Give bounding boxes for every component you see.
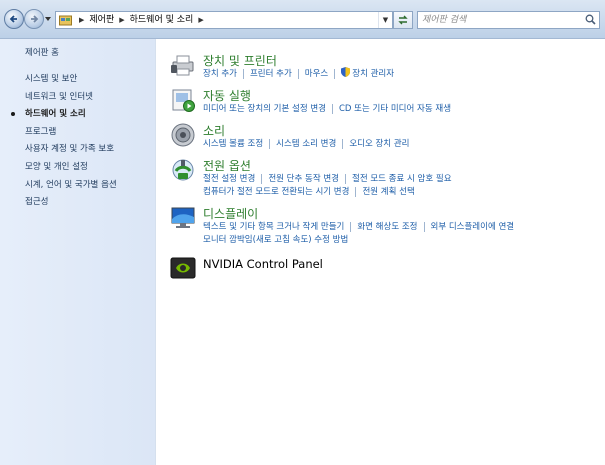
address-dropdown-icon[interactable]: ▼ bbox=[378, 12, 392, 28]
link-separator bbox=[345, 173, 346, 184]
refresh-icon bbox=[398, 15, 408, 25]
current-item-bullet-icon bbox=[11, 112, 15, 116]
task-links-row: 모니터 깜박임(새로 고침 속도) 수정 방법 bbox=[203, 233, 348, 245]
printer-icon[interactable] bbox=[170, 52, 196, 78]
link-separator bbox=[261, 173, 263, 184]
sidebar-item-network[interactable]: 네트워크 및 인터넷 bbox=[25, 90, 93, 102]
back-button[interactable] bbox=[4, 9, 24, 29]
choose-power-plan-link[interactable]: 전원 계획 선택 bbox=[362, 187, 414, 197]
add-device-link[interactable]: 장치 추가 bbox=[203, 69, 237, 79]
search-box[interactable] bbox=[417, 11, 600, 29]
task-links-row: 미디어 또는 장치의 기본 설정 변경 CD 또는 기타 미디어 자동 재생 bbox=[203, 102, 451, 114]
category-title[interactable]: NVIDIA Control Panel bbox=[203, 257, 323, 271]
link-separator bbox=[242, 68, 244, 79]
address-bar[interactable]: ▶ 제어판 ▶ 하드웨어 및 소리 ▶ ▼ bbox=[55, 11, 393, 29]
breadcrumb-chevron-icon[interactable]: ▶ bbox=[119, 12, 124, 28]
breadcrumb-chevron-icon[interactable]: ▶ bbox=[198, 12, 203, 28]
task-links-row: 절전 설정 변경 전원 단추 동작 변경 절전 모드 종료 시 암호 필요 bbox=[203, 172, 452, 184]
autoplay-icon[interactable] bbox=[170, 87, 196, 113]
change-media-defaults-link[interactable]: 미디어 또는 장치의 기본 설정 변경 bbox=[203, 104, 326, 114]
link-separator bbox=[297, 68, 299, 79]
sidebar-item-system-security[interactable]: 시스템 및 보안 bbox=[25, 72, 77, 84]
content-pane: 장치 및 프린터 장치 추가 프린터 추가 마우스 장치 관리자 자동 실행 미디어 … bbox=[156, 39, 605, 465]
make-text-larger-link[interactable]: 텍스트 및 기타 항목 크거나 작게 만들기 bbox=[203, 222, 344, 232]
task-links-row: 장치 추가 프린터 추가 마우스 장치 관리자 bbox=[203, 67, 394, 79]
device-manager-link[interactable]: 장치 관리자 bbox=[352, 69, 394, 79]
sidebar-item-appearance[interactable]: 모양 및 개인 설정 bbox=[25, 160, 88, 172]
change-system-sounds-link[interactable]: 시스템 소리 변경 bbox=[276, 139, 336, 149]
refresh-button[interactable] bbox=[393, 11, 413, 29]
link-separator bbox=[350, 221, 352, 232]
speaker-icon[interactable] bbox=[170, 122, 196, 148]
change-power-buttons-link[interactable]: 전원 단추 동작 변경 bbox=[268, 174, 339, 184]
change-sleep-time-link[interactable]: 컴퓨터가 절전 모드로 전환되는 시기 변경 bbox=[203, 187, 349, 197]
change-sleep-settings-link[interactable]: 절전 설정 변경 bbox=[203, 174, 255, 184]
fix-monitor-flicker-link[interactable]: 모니터 깜박임(새로 고침 속도) 수정 방법 bbox=[203, 235, 348, 245]
search-input[interactable] bbox=[422, 13, 572, 27]
search-icon[interactable] bbox=[585, 14, 596, 25]
power-options-icon[interactable] bbox=[170, 157, 196, 183]
recent-pages-dropdown-icon[interactable] bbox=[45, 16, 51, 22]
sidebar-item-home[interactable]: 제어판 홈 bbox=[25, 46, 59, 58]
address-toolbar: ▶ 제어판 ▶ 하드웨어 및 소리 ▶ ▼ bbox=[0, 0, 605, 39]
control-panel-icon bbox=[59, 15, 72, 26]
link-separator bbox=[332, 103, 333, 114]
play-cd-automatically-link[interactable]: CD 또는 기타 미디어 자동 재생 bbox=[339, 104, 451, 114]
sidebar-item-hardware-sound[interactable]: 하드웨어 및 소리 bbox=[25, 107, 86, 119]
nvidia-icon[interactable] bbox=[170, 255, 196, 281]
navigation-pane: 제어판 홈 시스템 및 보안 네트워크 및 인터넷 하드웨어 및 소리 프로그램… bbox=[0, 39, 156, 465]
require-password-on-wake-link[interactable]: 절전 모드 종료 시 암호 필요 bbox=[352, 174, 452, 184]
forward-arrow-icon bbox=[31, 15, 39, 23]
link-separator bbox=[334, 68, 336, 79]
breadcrumb-item[interactable]: 제어판 bbox=[89, 12, 114, 28]
link-separator bbox=[342, 138, 344, 149]
link-separator bbox=[269, 138, 271, 149]
back-arrow-icon bbox=[9, 15, 17, 23]
uac-shield-icon bbox=[341, 67, 351, 77]
link-separator bbox=[423, 221, 425, 232]
sidebar-item-clock-region[interactable]: 시계, 언어 및 국가별 옵션 bbox=[25, 178, 117, 190]
breadcrumb-chevron-icon[interactable]: ▶ bbox=[79, 12, 84, 28]
manage-audio-devices-link[interactable]: 오디오 장치 관리 bbox=[349, 139, 409, 149]
sidebar-item-user-accounts[interactable]: 사용자 계정 및 가족 보호 bbox=[25, 142, 114, 154]
connect-external-display-link[interactable]: 외부 디스플레이에 연결 bbox=[431, 222, 515, 232]
task-links-row: 시스템 볼륨 조정 시스템 소리 변경 오디오 장치 관리 bbox=[203, 137, 409, 149]
forward-button[interactable] bbox=[24, 9, 44, 29]
link-separator bbox=[355, 186, 357, 197]
sidebar-item-programs[interactable]: 프로그램 bbox=[25, 125, 56, 137]
task-links-row: 텍스트 및 기타 항목 크거나 작게 만들기 화면 해상도 조정 외부 디스플레이에… bbox=[203, 220, 514, 232]
breadcrumb: ▶ 제어판 ▶ 하드웨어 및 소리 ▶ bbox=[74, 12, 209, 28]
breadcrumb-item[interactable]: 하드웨어 및 소리 bbox=[130, 12, 194, 28]
adjust-resolution-link[interactable]: 화면 해상도 조정 bbox=[357, 222, 417, 232]
task-links-row: 컴퓨터가 절전 모드로 전환되는 시기 변경 전원 계획 선택 bbox=[203, 185, 415, 197]
mouse-link[interactable]: 마우스 bbox=[305, 69, 328, 79]
adjust-volume-link[interactable]: 시스템 볼륨 조정 bbox=[203, 139, 263, 149]
sidebar-item-accessibility[interactable]: 접근성 bbox=[25, 195, 48, 207]
monitor-icon[interactable] bbox=[170, 205, 196, 231]
add-printer-link[interactable]: 프린터 추가 bbox=[250, 69, 292, 79]
